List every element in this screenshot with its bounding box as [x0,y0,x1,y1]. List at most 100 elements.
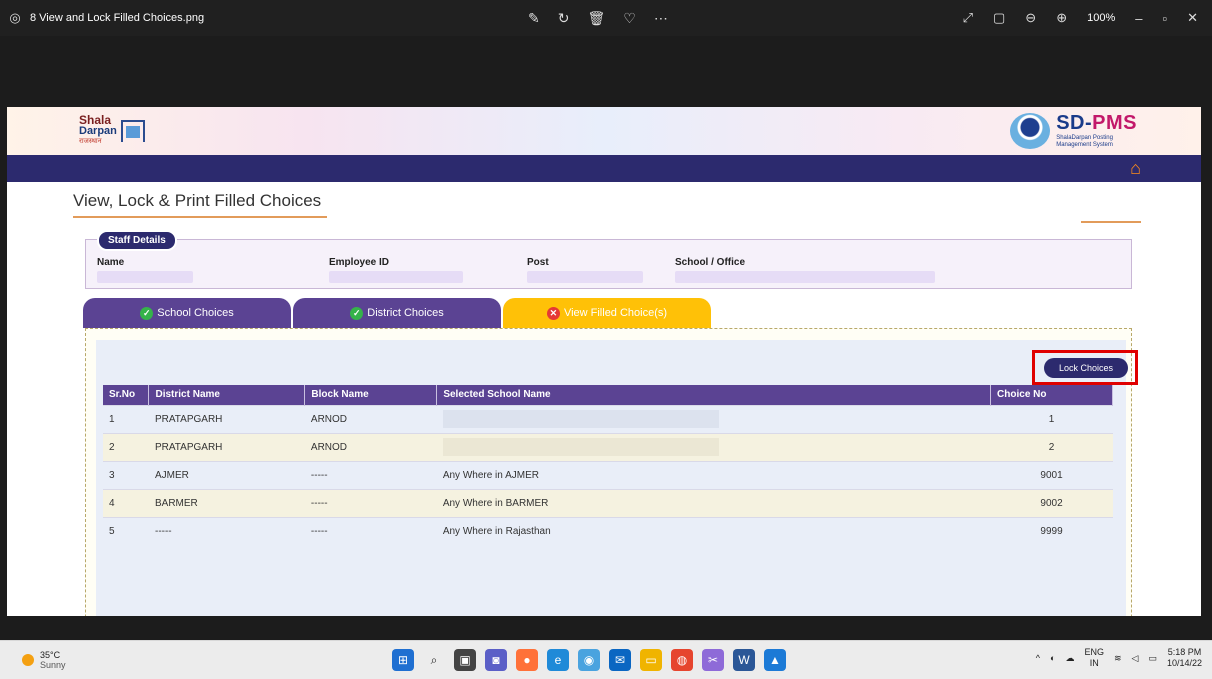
logo-sub-1: ShalaDarpan Posting [1056,135,1113,141]
fullscreen-icon[interactable]: ⤢ [963,10,973,26]
delete-icon[interactable]: 🗑 [587,10,605,27]
cell-school [436,432,991,461]
browser-icon[interactable]: ◉ [578,649,600,671]
table-row: 2 PRATAPGARH ARNOD 2 [103,432,1113,461]
mail-icon[interactable]: ✉ [609,649,631,671]
word-icon[interactable]: W [733,649,755,671]
tab-label: View Filled Choice(s) [563,307,668,319]
tray-app-icon[interactable]: ◐ [1050,653,1055,663]
close-icon[interactable]: ✕ [1187,10,1198,26]
cell-block: ARNOD [304,432,437,461]
table-row: 1 PRATAPGARH ARNOD 1 [103,404,1113,433]
zoom-out-icon[interactable]: ⊖ [1025,10,1036,26]
cell-sr-no: 4 [103,488,149,517]
cell-choice-no: 1 [990,404,1113,433]
cell-district: PRATAPGARH [148,432,305,461]
onedrive-icon[interactable]: ☁ [1065,653,1074,664]
post-label: Post [527,257,549,268]
zoom-level: 100% [1087,12,1116,24]
filled-choices-table: Sr.No District Name Block Name Selected … [103,385,1113,545]
file-explorer-icon[interactable]: ▭ [640,649,662,671]
lang-top: ENG [1084,647,1104,657]
displayed-screenshot: Shala Darpan राजस्थान SD-PMS ShalaDarpan… [7,107,1201,616]
image-viewer: Shala Darpan राजस्थान SD-PMS ShalaDarpan… [0,36,1212,640]
tab-district-choices[interactable]: ✓ District Choices [293,298,501,328]
photos-icon[interactable]: ▲ [764,649,786,671]
post-value-redacted [527,271,643,283]
cell-choice-no: 2 [990,432,1113,461]
lock-choices-button[interactable]: Lock Choices [1044,358,1128,378]
fit-icon[interactable]: ▢ [993,10,1005,26]
sd-pms-logo[interactable]: SD-PMS ShalaDarpan Posting Management Sy… [1010,112,1137,149]
cell-block: ----- [304,516,437,545]
name-value-redacted [97,271,193,283]
language-indicator[interactable]: ENG IN [1084,647,1104,669]
tab-school-choices[interactable]: ✓ School Choices [83,298,291,328]
viewer-toolbar: ✎ ↻ 🗑 ♡ ⋯ [528,0,668,36]
shala-darpan-logo[interactable]: Shala Darpan राजस्थान [79,114,145,146]
cross-icon: ✕ [546,306,560,320]
viewer-title-bar: ◎ 8 View and Lock Filled Choices.png ✎ ↻… [0,0,1212,36]
table-row: 5 ----- ----- Any Where in Rajasthan 999… [103,516,1113,545]
file-name: 8 View and Lock Filled Choices.png [30,12,205,24]
system-tray: ^ ◐ ☁ ENG IN ≋ ◁ ▭ 5:18 PM 10/14/22 [1036,647,1202,669]
cell-block: ----- [304,460,437,489]
cell-block: ARNOD [304,404,437,433]
tab-label: School Choices [157,307,234,319]
cell-school [436,404,991,433]
filled-choices-panel: Lock Choices Sr.No District Name Block N… [85,328,1138,616]
school-value-redacted [675,271,935,283]
temperature: 35°C [40,650,61,660]
windows-taskbar: 35°C Sunny ⊞ ⌕ ▣ ◙ ● e ◉ ✉ ▭ ◍ ✂ W ▲ ^ ◐… [0,640,1212,679]
col-choice-no: Choice No [990,385,1113,405]
edge-icon[interactable]: e [547,649,569,671]
cell-choice-no: 9002 [990,488,1113,517]
start-icon[interactable]: ⊞ [392,649,414,671]
cell-block: ----- [304,488,437,517]
minimize-icon[interactable]: – [1135,11,1142,26]
clock[interactable]: 5:18 PM 10/14/22 [1167,647,1202,669]
filled-choices-inner: Lock Choices Sr.No District Name Block N… [96,340,1138,616]
table-row: 4 BARMER ----- Any Where in BARMER 9002 [103,488,1113,517]
logo-pms: PMS [1092,112,1137,134]
task-view-icon[interactable]: ▣ [454,649,476,671]
chevron-up-icon[interactable]: ^ [1036,653,1040,663]
viewer-window-controls: ⤢ ▢ ⊖ ⊕ 100% – ▫ ✕ [963,0,1198,36]
choice-tabs: ✓ School Choices ✓ District Choices ✕ Vi… [83,298,713,328]
cell-school: Any Where in BARMER [436,488,991,517]
maximize-icon[interactable]: ▫ [1162,11,1167,26]
check-icon: ✓ [140,306,154,320]
tab-label: District Choices [367,307,444,319]
logo-sub-2: Management System [1056,142,1113,148]
volume-icon[interactable]: ◁ [1132,653,1139,664]
top-navbar: ⌂ [7,155,1201,182]
cell-sr-no: 3 [103,460,149,489]
weather-widget[interactable]: 35°C Sunny [22,650,66,670]
col-block-name: Block Name [304,385,438,405]
page-title: View, Lock & Print Filled Choices [73,191,322,210]
edit-icon[interactable]: ✎ [528,10,540,27]
tab-view-filled-choices[interactable]: ✕ View Filled Choice(s) [503,298,711,328]
weather-condition: Sunny [40,660,66,670]
more-icon[interactable]: ⋯ [654,10,668,27]
taskbar-apps: ⊞ ⌕ ▣ ◙ ● e ◉ ✉ ▭ ◍ ✂ W ▲ [392,649,786,671]
school-name-redacted [442,410,719,428]
search-icon[interactable]: ⌕ [423,649,445,671]
home-icon[interactable]: ⌂ [1130,159,1141,177]
snipping-tool-icon[interactable]: ✂ [702,649,724,671]
site-header: Shala Darpan राजस्थान SD-PMS ShalaDarpan… [7,107,1201,155]
title-underline [73,216,327,218]
col-selected-school: Selected School Name [436,385,992,405]
chrome-icon[interactable]: ◍ [671,649,693,671]
rotate-icon[interactable]: ↻ [558,10,570,27]
house-logo-icon [120,119,145,142]
favorite-icon[interactable]: ♡ [623,10,636,27]
cell-school: Any Where in AJMER [436,460,991,489]
battery-icon[interactable]: ▭ [1148,653,1157,664]
wifi-icon[interactable]: ≋ [1114,653,1122,664]
cell-district: BARMER [148,488,305,517]
chat-icon[interactable]: ◙ [485,649,507,671]
firefox-icon[interactable]: ● [516,649,538,671]
zoom-in-icon[interactable]: ⊕ [1056,10,1067,26]
lang-bottom: IN [1089,658,1099,668]
